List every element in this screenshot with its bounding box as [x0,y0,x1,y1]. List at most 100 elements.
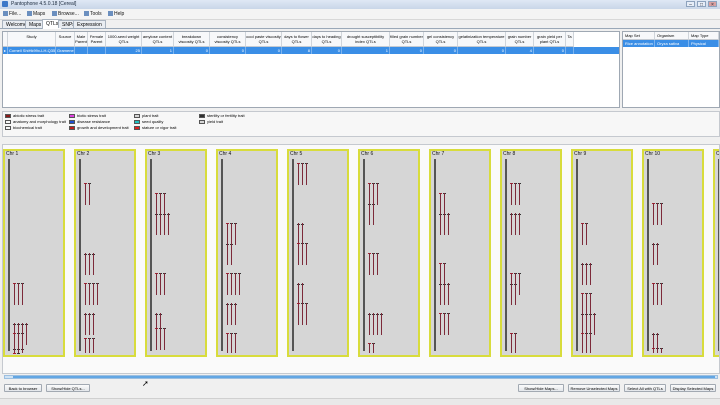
qtl-span [377,253,378,275]
column-header[interactable]: 1000-seed weight QTLs [106,32,142,47]
chromosome-panel[interactable]: Chr 3 [145,149,207,357]
column-header[interactable]: breakdown viscosity QTLs [174,32,210,47]
qtl-span [582,333,583,353]
qtl-span [440,283,441,305]
column-header[interactable]: Female Parent [88,32,106,47]
qtl-span [231,273,232,295]
qtl-span [440,193,441,215]
maximize-button[interactable]: □ [697,1,706,8]
chromosome-panel[interactable]: Chr 9 [571,149,633,357]
chromosome-panel[interactable]: Chr 10 [642,149,704,357]
column-header[interactable]: Map Type [689,32,719,40]
table-cell[interactable]: Oryza sativa [655,40,689,47]
table-cell: 8 [282,47,312,54]
chromosome-panel[interactable]: Chr 4 [216,149,278,357]
legend-item[interactable]: biotic stress trait [69,113,106,118]
legend-label: biochemical trait [13,125,42,130]
column-header[interactable]: gelatinization temperature QTLs [458,32,506,47]
qtl-span [440,263,441,285]
column-header[interactable]: Map Set [623,32,655,40]
column-header[interactable]: Male Parent [75,32,88,47]
qtl-span [511,333,512,353]
legend-item[interactable]: anatomy and morphology trait [5,119,66,124]
legend-item[interactable]: abiotic stress trait [5,113,44,118]
chromosome-view[interactable]: Chr 1 Chr 2 Chr 3 Chr 4 Chr 5 Chr 6 Chr 7 Chr 8… [2,144,720,374]
menu-file[interactable]: File... [3,10,21,18]
chromosome-label: Chr 5 [290,151,303,157]
legend-item[interactable]: biochemical trait [5,125,42,130]
qtl-span [298,163,299,185]
chromosome-panel[interactable]: Chr 8 [500,149,562,357]
column-header[interactable]: consistency viscosity QTLs [210,32,246,47]
minimize-button[interactable]: – [686,1,695,8]
chromosome-panel[interactable]: Chr 2 [74,149,136,357]
qtl-span [85,313,86,335]
qtl-span [590,313,591,335]
qtl-span [306,163,307,185]
chromosome-panel[interactable]: Chr 5 [287,149,349,357]
column-header[interactable]: days to flower QTLs [282,32,312,47]
chromosome-bar [150,159,152,351]
legend-item[interactable]: plant trait [134,113,158,118]
qtl-span [511,283,512,305]
legend-item[interactable]: stature or vigor trait [134,125,176,130]
qtl-span [85,183,86,205]
menu-browse[interactable]: Browse... [52,10,79,18]
qtl-span [156,213,157,235]
qtl-marker[interactable] [13,353,16,354]
column-header[interactable]: drought susceptibility index QTLs [342,32,390,47]
column-header[interactable]: days to heading QTLs [312,32,342,47]
chromosome-panel[interactable]: Chr 1 [3,149,65,357]
show-hide-maps-button[interactable]: Show/Hide Maps... [518,384,564,392]
qtl-span [93,338,94,353]
legend-item[interactable]: seed quality [134,119,163,124]
table-cell[interactable]: Rice annotation [623,40,655,47]
display-selected-maps-button[interactable]: Display Selected Maps [670,384,716,392]
chromosome-panel[interactable]: Chr 11 [713,149,719,357]
qtl-table[interactable]: Study Source Male Parent Female Parent 1000-… [2,31,620,108]
show-hide-qtls-button[interactable]: Show/Hide QTLs... [46,384,90,392]
qtl-span [373,313,374,335]
menu-tools[interactable]: Tools [84,10,102,18]
select-all-with-qtls-button[interactable]: Select All with QTLs [624,384,666,392]
legend-item[interactable]: sterility or fertility trait [199,113,245,118]
table-cell[interactable]: Physical [689,40,719,47]
scrollbar-thumb[interactable] [13,376,715,378]
menu-help[interactable]: Help [108,10,124,18]
column-header[interactable]: amylose content QTLs [142,32,174,47]
column-header[interactable]: grain number QTLs [506,32,534,47]
qtl-span [164,328,165,350]
back-to-browser-button[interactable]: Back to browser [4,384,42,392]
column-header[interactable]: filled grain number QTLs [390,32,424,47]
column-header[interactable]: Organism [655,32,689,40]
close-button[interactable]: × [708,1,717,8]
maps-table[interactable]: Map Set Organism Map Type Rice annotation Or… [622,31,720,108]
qtl-span [156,193,157,215]
column-header[interactable]: gel consistency QTLs [424,32,458,47]
column-header[interactable]: grain yield per plant QTLs [534,32,566,47]
chromosome-label: Chr 3 [148,151,161,157]
column-header[interactable]: Study [8,32,56,47]
legend-item[interactable]: disease resistance [69,119,110,124]
legend-item[interactable]: growth and development trait [69,125,129,130]
legend-item[interactable]: yield trait [199,119,223,124]
column-header[interactable]: Ta [566,32,574,47]
qtl-span [511,213,512,235]
chromosome-panel[interactable]: Chr 7 [429,149,491,357]
chromosome-panel[interactable]: Chr 6 [358,149,420,357]
table-cell: 0 [174,47,210,54]
tab-expression[interactable]: Expression [73,20,106,28]
qtl-marker[interactable] [17,353,20,354]
column-header[interactable]: cool paste viscosity QTLs [246,32,282,47]
menu-maps[interactable]: Maps [27,10,45,18]
remove-unselected-maps-button[interactable]: Remove Unselected Maps [568,384,620,392]
qtl-span [22,348,23,353]
table-cell: 0 [390,47,424,54]
table-row[interactable]: ▸Cornell ShiHk99x-LH-Q35, 2001Gramene251… [3,47,619,54]
qtl-span [18,283,19,305]
legend-label: growth and development trait [77,125,129,130]
help-icon [108,11,113,16]
column-header[interactable]: Source [56,32,75,47]
horizontal-scrollbar[interactable] [4,375,718,379]
table-cell: 0 [210,47,246,54]
